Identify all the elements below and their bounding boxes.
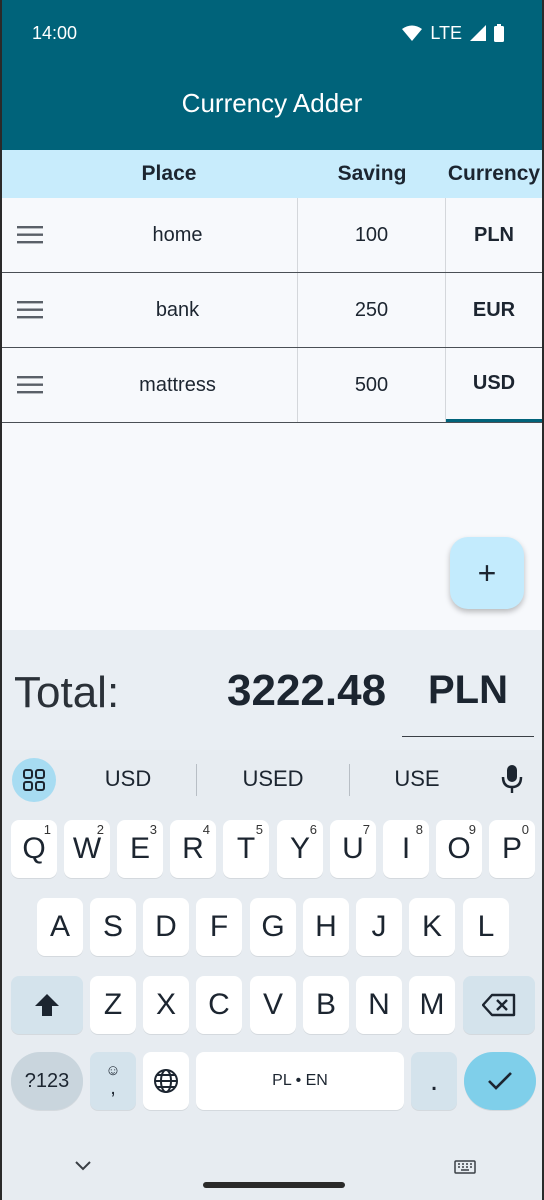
suggestion-divider xyxy=(349,764,350,796)
key-q[interactable]: Q1 xyxy=(11,820,57,878)
backspace-icon xyxy=(482,993,516,1017)
app-header: 14:00 LTE Currency Adder xyxy=(2,0,542,150)
key-n[interactable]: N xyxy=(356,976,402,1034)
key-e[interactable]: E3 xyxy=(117,820,163,878)
status-bar: 14:00 LTE xyxy=(2,0,542,66)
key-x[interactable]: X xyxy=(143,976,189,1034)
key-f[interactable]: F xyxy=(196,898,242,956)
emoji-comma-key[interactable]: ☺ , xyxy=(90,1052,136,1110)
keyboard-switch-icon[interactable] xyxy=(454,1160,476,1174)
microphone-icon[interactable] xyxy=(500,764,524,794)
key-a[interactable]: A xyxy=(37,898,83,956)
currency-field[interactable]: PLN xyxy=(446,198,542,272)
table-header: Place Saving Currency xyxy=(2,150,542,198)
suggestion-divider xyxy=(196,764,197,796)
place-field[interactable]: home xyxy=(58,198,298,272)
suggestion-3[interactable]: USE xyxy=(357,766,477,792)
key-d[interactable]: D xyxy=(143,898,189,956)
language-key[interactable] xyxy=(143,1052,189,1110)
total-amount: 3222.48 xyxy=(227,666,387,715)
table-row: mattress 500 USD xyxy=(2,348,542,423)
key-g[interactable]: G xyxy=(250,898,296,956)
suggestion-strip: USD USED USE xyxy=(2,750,542,808)
shift-arrow-icon xyxy=(35,994,59,1016)
status-time: 14:00 xyxy=(32,22,78,43)
key-h[interactable]: H xyxy=(303,898,349,956)
key-i[interactable]: I8 xyxy=(383,820,429,878)
key-t[interactable]: T5 xyxy=(223,820,269,878)
drag-handle-icon[interactable] xyxy=(2,301,58,319)
currency-field[interactable]: USD xyxy=(446,348,542,422)
header-place: Place xyxy=(141,162,197,185)
saving-field[interactable]: 100 xyxy=(298,198,446,272)
total-label: Total: xyxy=(14,668,120,717)
globe-icon xyxy=(154,1069,178,1093)
currency-field[interactable]: EUR xyxy=(446,273,542,347)
add-row-button[interactable]: + xyxy=(450,537,524,609)
key-u[interactable]: U7 xyxy=(330,820,376,878)
saving-field[interactable]: 500 xyxy=(298,348,446,422)
saving-field[interactable]: 250 xyxy=(298,273,446,347)
key-p[interactable]: P0 xyxy=(489,820,535,878)
space-key[interactable]: PL • EN xyxy=(196,1052,404,1110)
place-field[interactable]: bank xyxy=(58,273,298,347)
header-saving: Saving xyxy=(337,162,407,185)
network-label: LTE xyxy=(430,22,462,43)
key-w[interactable]: W2 xyxy=(64,820,110,878)
battery-icon xyxy=(494,24,504,42)
key-b[interactable]: B xyxy=(303,976,349,1034)
key-k[interactable]: K xyxy=(409,898,455,956)
signal-icon xyxy=(470,25,486,41)
key-z[interactable]: Z xyxy=(90,976,136,1034)
key-r[interactable]: R4 xyxy=(170,820,216,878)
table-row: bank 250 EUR xyxy=(2,273,542,348)
table-row: home 100 PLN xyxy=(2,198,542,273)
period-key[interactable]: . xyxy=(411,1052,457,1110)
done-key[interactable] xyxy=(464,1052,536,1110)
key-o[interactable]: O9 xyxy=(436,820,482,878)
total-bar: Total: 3222.48 PLN xyxy=(2,630,542,750)
home-gesture-bar[interactable] xyxy=(203,1182,345,1188)
key-j[interactable]: J xyxy=(356,898,402,956)
header-currency: Currency xyxy=(447,162,541,185)
key-c[interactable]: C xyxy=(196,976,242,1034)
savings-table: home 100 PLN bank 250 EUR mattress 500 U… xyxy=(2,198,542,423)
key-m[interactable]: M xyxy=(409,976,455,1034)
wifi-icon xyxy=(402,25,423,41)
app-title: Currency Adder xyxy=(181,88,363,118)
symbols-key[interactable]: ?123 xyxy=(11,1052,83,1110)
total-currency-input[interactable]: PLN xyxy=(428,668,508,713)
key-y[interactable]: Y6 xyxy=(277,820,323,878)
key-v[interactable]: V xyxy=(250,976,296,1034)
drag-handle-icon[interactable] xyxy=(2,226,58,244)
shift-key[interactable] xyxy=(11,976,83,1034)
drag-handle-icon[interactable] xyxy=(2,376,58,394)
suggestion-2[interactable]: USED xyxy=(213,766,333,792)
backspace-key[interactable] xyxy=(463,976,535,1034)
total-currency-underline xyxy=(402,736,534,737)
check-icon xyxy=(488,1072,512,1090)
key-s[interactable]: S xyxy=(90,898,136,956)
place-field[interactable]: mattress xyxy=(58,348,298,422)
emoji-icon: ☺ xyxy=(105,1062,121,1079)
soft-keyboard: USD USED USE Q1 W2 E3 R4 T5 Y6 U7 I8 O9 … xyxy=(2,750,542,1200)
hide-keyboard-chevron-down-icon[interactable] xyxy=(74,1160,92,1172)
key-l[interactable]: L xyxy=(463,898,509,956)
apps-grid-icon[interactable] xyxy=(12,758,56,802)
suggestion-1[interactable]: USD xyxy=(68,766,188,792)
status-icons: LTE xyxy=(402,23,504,44)
